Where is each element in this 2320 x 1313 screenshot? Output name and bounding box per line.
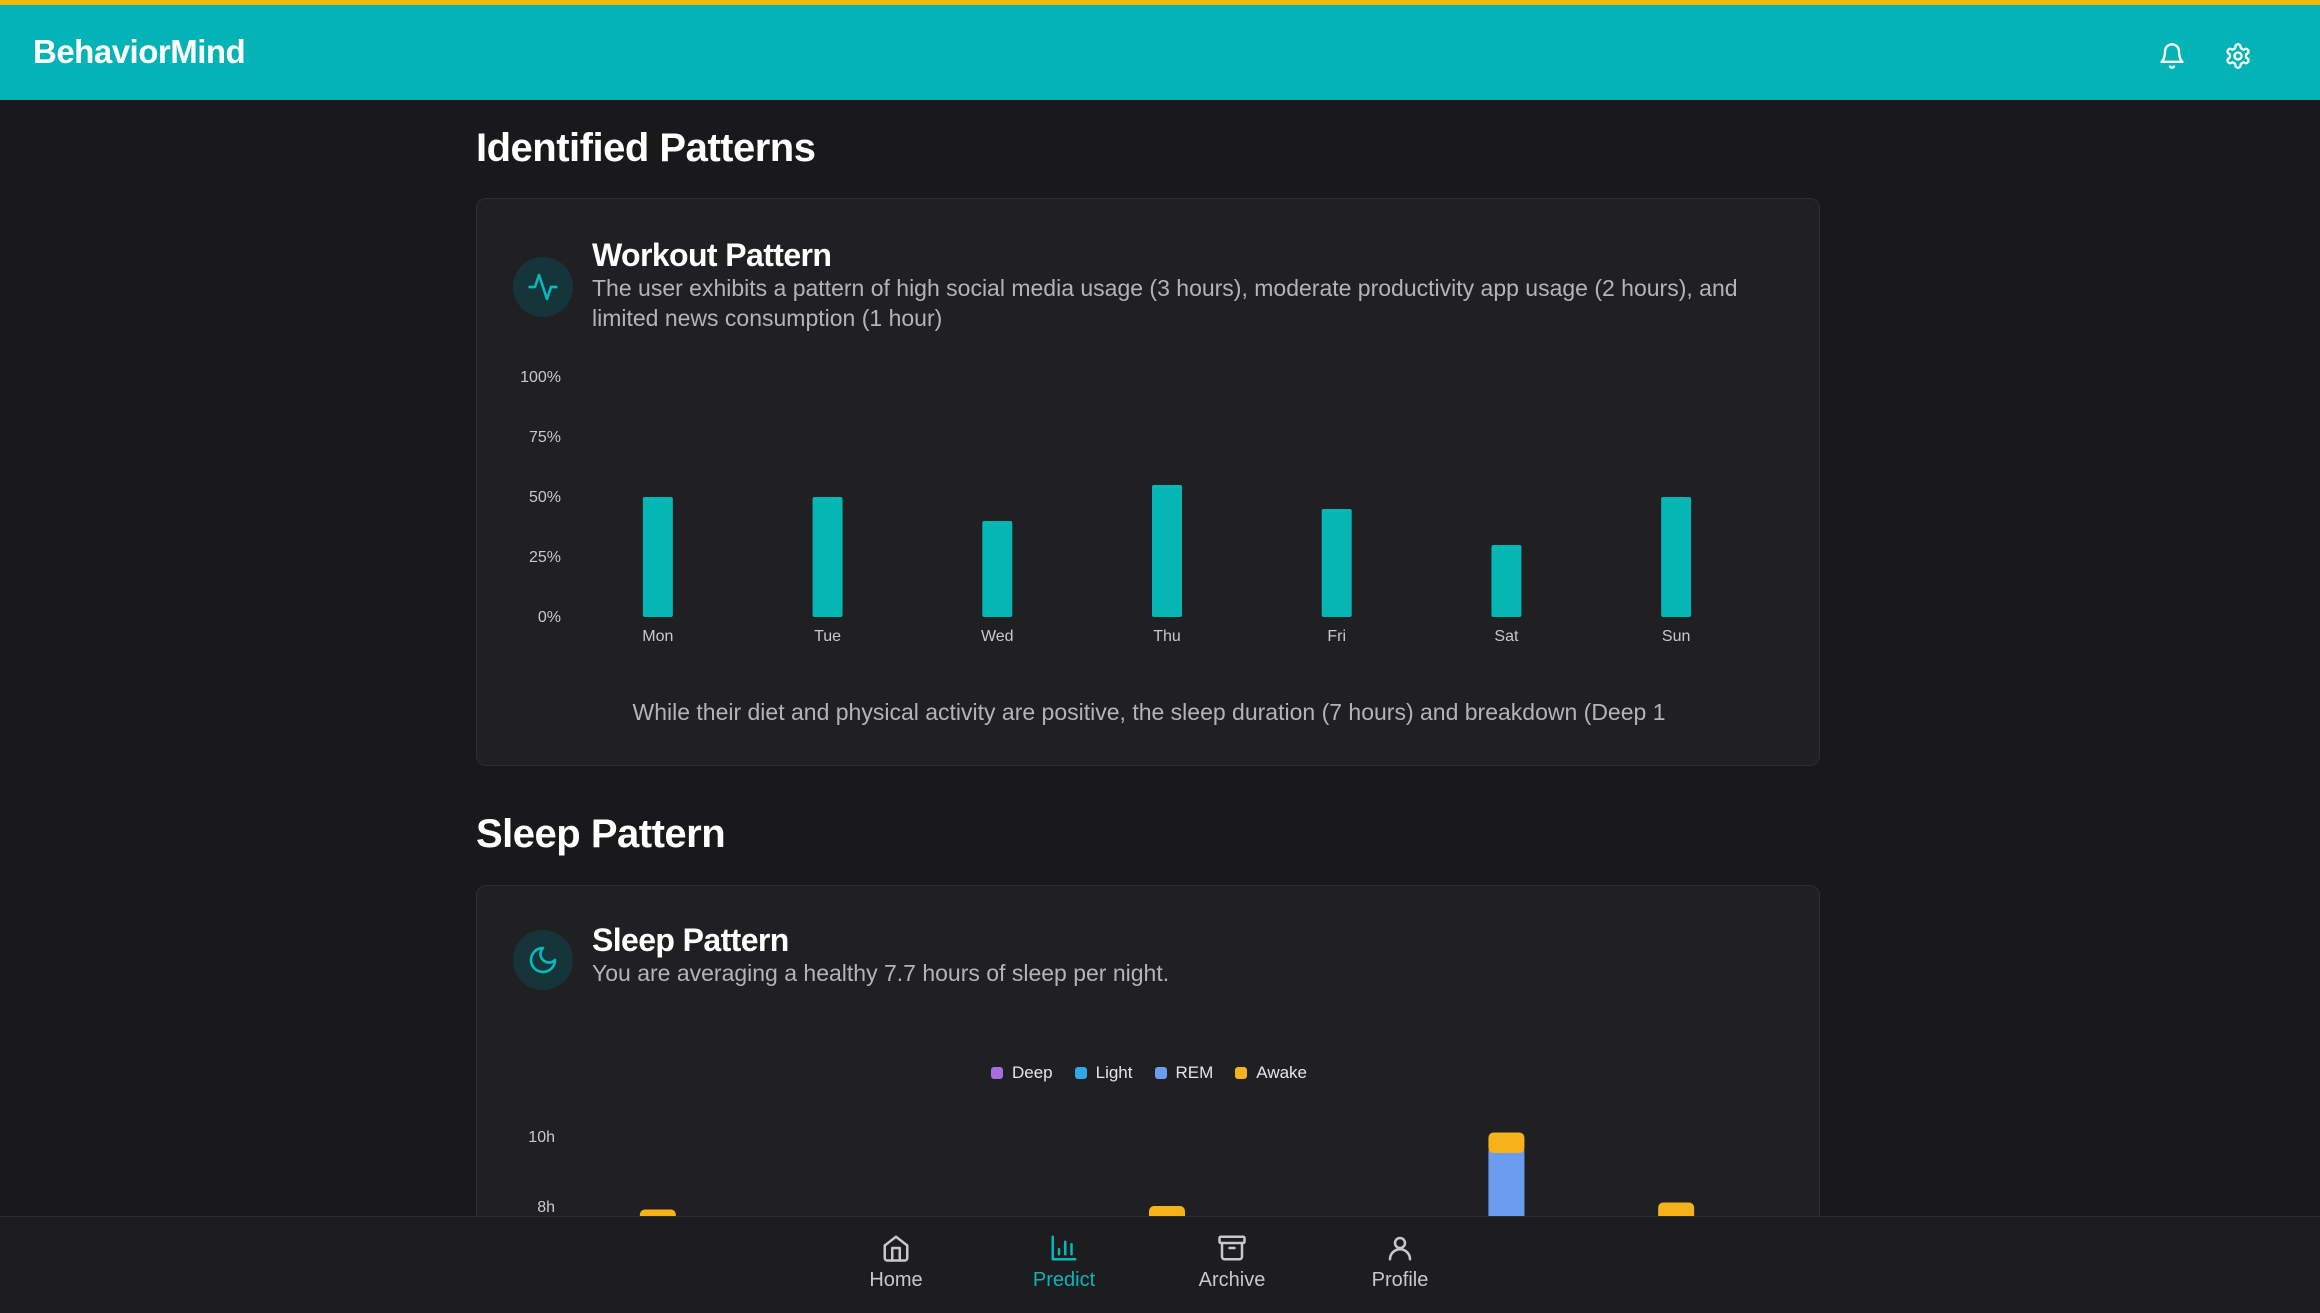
bar-sun (1661, 497, 1692, 617)
x-tick-label: Tue (814, 628, 841, 645)
bottom-navigation: Home Predict Archive Profile (0, 1216, 2320, 1313)
nav-label: Profile (1371, 1269, 1429, 1291)
section-title-sleep: Sleep Pattern (476, 812, 726, 856)
legend-item-light[interactable]: Light (1074, 1063, 1133, 1083)
bar-chart-icon (1051, 1235, 1077, 1261)
legend-label: Light (1095, 1063, 1133, 1082)
x-tick-label: Mon (642, 628, 673, 645)
sleep-stacked-bar-chart: 10h 8h (528, 1129, 1695, 1216)
nav-label: Predict (1032, 1269, 1096, 1291)
bell-icon[interactable] (2154, 38, 2190, 74)
bar-tue (812, 497, 843, 617)
x-tick-label: Wed (981, 628, 1014, 645)
gear-icon[interactable] (2220, 38, 2256, 74)
y-tick-label: 0% (538, 609, 561, 626)
card-description: You are averaging a healthy 7.7 hours of… (592, 960, 1170, 986)
bar-mon (642, 497, 673, 617)
x-tick-label: Fri (1327, 628, 1346, 645)
chart-note: While their diet and physical activity a… (632, 699, 1666, 725)
section-title-patterns: Identified Patterns (476, 126, 816, 170)
legend-swatch (1235, 1067, 1248, 1079)
nav-label: Home (869, 1269, 923, 1291)
y-tick-label: 8h (537, 1199, 555, 1216)
archive-icon (1218, 1235, 1246, 1261)
card-title: Workout Pattern (592, 237, 832, 273)
y-tick-label: 10h (528, 1129, 555, 1146)
legend-item-deep[interactable]: Deep (990, 1063, 1053, 1083)
card-title: Sleep Pattern (592, 922, 789, 958)
sleep-pattern-card: Sleep Pattern You are averaging a health… (476, 885, 1820, 1216)
bar-segment-awake (1488, 1132, 1525, 1153)
legend-item-awake[interactable]: Awake (1235, 1063, 1307, 1083)
x-tick-label: Sun (1662, 628, 1690, 645)
main-content[interactable]: Identified Patterns Workout Pattern The … (0, 100, 2320, 1216)
activity-icon (513, 257, 573, 317)
legend-swatch (1074, 1067, 1087, 1079)
legend-label: REM (1175, 1063, 1214, 1082)
y-tick-label: 75% (529, 429, 561, 446)
bar-thu (1152, 485, 1182, 617)
bar-segment-rem (1488, 1150, 1525, 1216)
user-icon (1388, 1236, 1412, 1261)
nav-item-predict[interactable]: Predict (1004, 1233, 1124, 1292)
x-tick-label: Thu (1153, 628, 1181, 645)
bar-segment-awake (1149, 1206, 1185, 1216)
y-tick-label: 50% (529, 489, 561, 506)
y-tick-label: 25% (529, 549, 561, 566)
legend-swatch (990, 1067, 1003, 1079)
legend-label: Awake (1256, 1063, 1307, 1082)
x-tick-label: Sat (1494, 628, 1519, 645)
top-app-bar: BehaviorMind (0, 0, 2320, 100)
nav-item-home[interactable]: Home (836, 1233, 956, 1292)
nav-label: Archive (1198, 1269, 1266, 1291)
y-tick-label: 100% (520, 369, 561, 386)
bar-sat (1491, 545, 1522, 617)
bar-segment-awake (1658, 1202, 1695, 1216)
nav-item-archive[interactable]: Archive (1172, 1233, 1292, 1292)
workout-pattern-card: Workout Pattern The user exhibits a patt… (476, 198, 1820, 766)
bar-wed (982, 521, 1013, 617)
workout-bar-chart: 0% 25% 50% 75% 100% Mon Tue Wed Thu Fri Sat Sun (520, 369, 1692, 645)
moon-icon (513, 930, 573, 990)
home-icon (883, 1235, 909, 1262)
legend-item-rem[interactable]: REM (1154, 1063, 1214, 1083)
card-description: The user exhibits a pattern of high soci… (592, 275, 1738, 331)
app-title: BehaviorMind (33, 33, 246, 70)
legend-swatch (1154, 1067, 1167, 1079)
legend-label: Deep (1011, 1063, 1053, 1082)
sleep-chart-legend: Deep Light REM Awake (477, 1063, 1821, 1083)
bar-fri (1321, 509, 1352, 617)
nav-item-profile[interactable]: Profile (1340, 1233, 1460, 1292)
